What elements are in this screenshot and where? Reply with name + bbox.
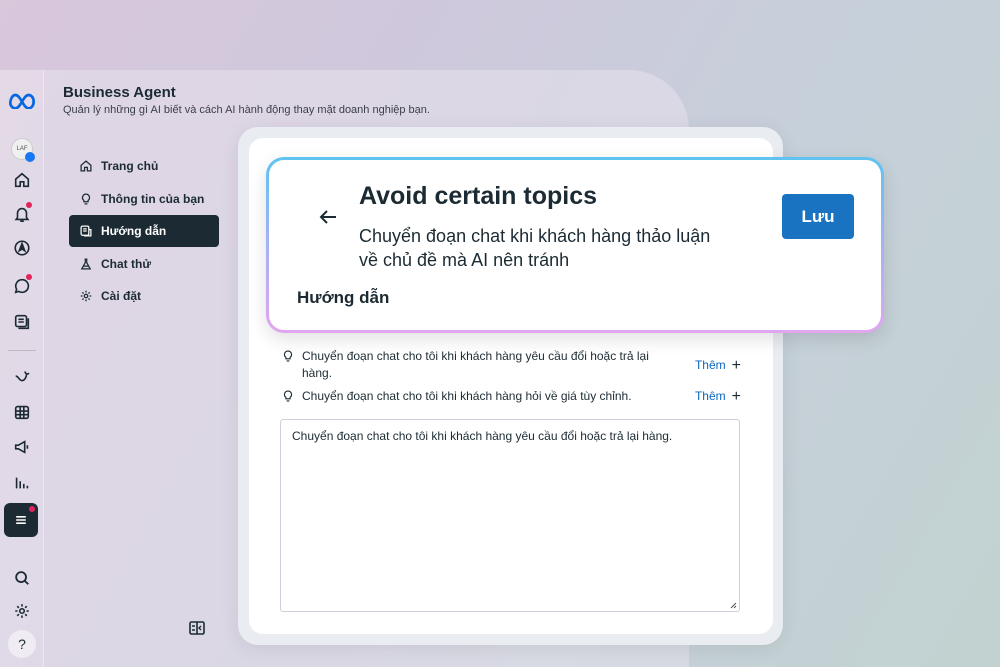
nav-item-test-chat[interactable]: Chat thử xyxy=(69,248,219,280)
back-arrow-icon[interactable] xyxy=(318,208,338,226)
suggestion-text: Chuyển đoạn chat cho tôi khi khách hàng … xyxy=(302,349,649,381)
nav-item-label: Chat thử xyxy=(101,256,152,271)
instruction-textarea[interactable]: Chuyển đoạn chat cho tôi khi khách hàng … xyxy=(280,419,740,612)
nav-item-settings[interactable]: Cài đặt xyxy=(69,280,219,312)
document-icon xyxy=(80,225,92,237)
ads-icon[interactable] xyxy=(10,365,34,389)
menu-dot xyxy=(29,506,35,512)
home-icon xyxy=(80,160,92,172)
flask-icon xyxy=(80,257,92,270)
lightbulb-icon xyxy=(283,390,293,402)
modal-title: Avoid certain topics xyxy=(359,182,598,210)
page-avatar[interactable]: LAF xyxy=(11,138,35,162)
instruction-text: Chuyển đoạn chat cho tôi khi khách hàng … xyxy=(292,429,673,443)
search-icon[interactable] xyxy=(10,566,34,590)
topic-header-modal: Avoid certain topics Chuyển đoạn chat kh… xyxy=(266,157,884,333)
home-icon[interactable] xyxy=(10,168,34,192)
content-icon[interactable] xyxy=(10,310,34,334)
resize-handle-icon[interactable] xyxy=(730,602,737,609)
suggestion-item: Chuyển đoạn chat cho tôi khi khách hàng … xyxy=(281,388,741,405)
meta-logo-icon[interactable] xyxy=(7,88,37,112)
notifications-icon[interactable] xyxy=(10,202,34,226)
suggestion-text: Chuyển đoạn chat cho tôi khi khách hàng … xyxy=(302,389,632,403)
insights-icon[interactable] xyxy=(10,471,34,495)
facebook-badge-icon xyxy=(25,152,35,162)
page-subtitle: Quản lý những gì AI biết và cách AI hành… xyxy=(63,104,430,116)
help-label: ? xyxy=(18,636,26,652)
nav-item-your-info[interactable]: Thông tin của bạn xyxy=(69,183,219,215)
message-dot xyxy=(26,274,32,280)
add-label: Thêm xyxy=(694,358,726,372)
add-label: Thêm xyxy=(694,389,726,403)
add-suggestion-button[interactable]: Thêm + xyxy=(695,388,741,405)
messages-icon[interactable] xyxy=(10,274,34,298)
lightbulb-icon xyxy=(283,350,293,362)
add-suggestion-button[interactable]: Thêm + xyxy=(695,357,741,374)
megaphone-icon[interactable] xyxy=(10,435,34,459)
collapse-sidebar-icon[interactable] xyxy=(189,621,205,635)
save-button[interactable]: Lưu xyxy=(782,194,854,239)
lightbulb-icon xyxy=(81,192,91,205)
settings-icon[interactable] xyxy=(10,599,34,623)
nav-item-label: Thông tin của bạn xyxy=(101,191,205,206)
help-button[interactable]: ? xyxy=(8,630,36,658)
plus-icon: + xyxy=(731,387,741,405)
nav-item-home[interactable]: Trang chủ xyxy=(69,150,219,182)
calendar-icon[interactable] xyxy=(10,400,34,424)
plus-icon: + xyxy=(731,356,741,374)
navigation-icon[interactable] xyxy=(10,236,34,260)
nav-item-instructions[interactable]: Hướng dẫn xyxy=(69,215,219,247)
nav-item-label: Cài đặt xyxy=(101,289,142,303)
suggestion-item: Chuyển đoạn chat cho tôi khi khách hàng … xyxy=(281,348,741,383)
section-nav: Trang chủ Thông tin của bạn Hướng dẫn Ch… xyxy=(69,150,219,313)
page-title: Business Agent xyxy=(63,84,176,101)
gear-icon xyxy=(80,290,92,302)
nav-item-label: Trang chủ xyxy=(101,159,159,173)
avatar-text: LAF xyxy=(16,146,28,152)
menu-icon[interactable] xyxy=(4,503,38,537)
rail-divider xyxy=(8,350,36,351)
nav-item-label: Hướng dẫn xyxy=(101,224,167,238)
modal-description: Chuyển đoạn chat khi khách hàng thảo luậ… xyxy=(359,226,711,270)
notification-dot xyxy=(26,202,32,208)
section-heading: Hướng dẫn xyxy=(297,288,390,307)
icon-rail: LAF ? xyxy=(0,70,44,667)
